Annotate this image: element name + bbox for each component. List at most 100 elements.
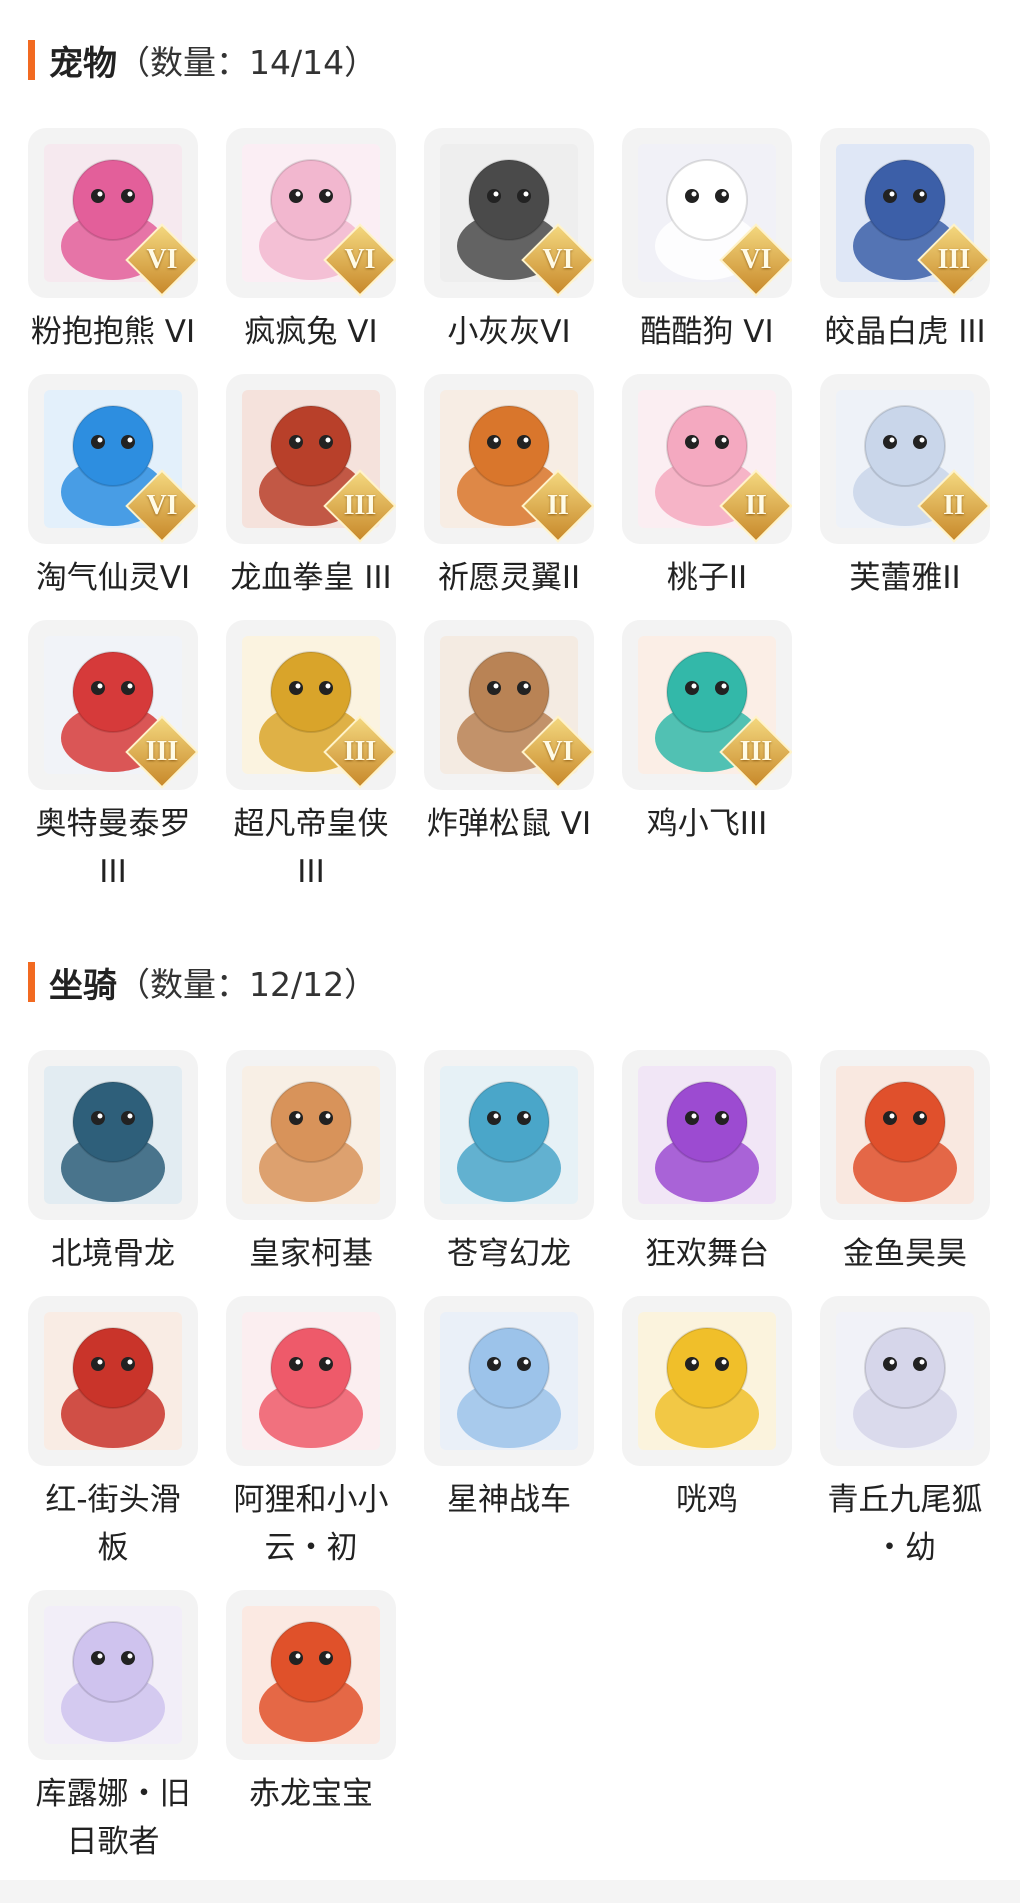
grid-item[interactable]: 阿狸和小小 云・初 (212, 1296, 410, 1572)
item-label: 炸弹松鼠 VI (426, 806, 592, 842)
grid-item[interactable]: 金鱼昊昊 (806, 1050, 1004, 1278)
item-thumbnail[interactable]: VI (28, 128, 198, 298)
grid-item[interactable]: III 超凡帝皇侠 III (212, 620, 410, 896)
ali-cloud-mount-icon (259, 1327, 363, 1448)
grid-item[interactable]: VI 小灰灰VI (410, 128, 608, 356)
goldfish-mount-icon (853, 1081, 957, 1202)
item-label: 芙蕾雅II (849, 560, 961, 596)
carnival-stage-mount-icon (655, 1081, 759, 1202)
item-thumbnail[interactable]: III (226, 620, 396, 790)
item-label: 星神战车 (447, 1482, 571, 1518)
accent-bar (28, 962, 35, 1002)
item-label: 淘气仙灵VI (35, 560, 191, 596)
grid-item[interactable]: 红-街头滑板 (14, 1296, 212, 1572)
item-label: 奥特曼泰罗 III (35, 806, 191, 890)
item-thumbnail[interactable]: III (622, 620, 792, 790)
item-thumbnail[interactable] (622, 1050, 792, 1220)
item-label: 疯疯兔 VI (244, 314, 378, 350)
rank-badge-text: VI (146, 490, 178, 521)
item-thumbnail[interactable] (28, 1590, 198, 1760)
grid-item[interactable]: VI 炸弹松鼠 VI (410, 620, 608, 848)
item-label: 桃子II (666, 560, 748, 596)
grid-item[interactable]: VI 酷酷狗 VI (608, 128, 806, 356)
rank-badge-text: III (343, 490, 377, 521)
item-thumbnail[interactable] (226, 1296, 396, 1466)
item-label: 青丘九尾狐 ・幼 (827, 1482, 983, 1566)
item-thumbnail[interactable] (226, 1050, 396, 1220)
item-thumbnail[interactable] (622, 1296, 792, 1466)
rank-badge-text: II (547, 490, 569, 521)
item-thumbnail[interactable]: VI (622, 128, 792, 298)
grid-item[interactable]: 星神战车 (410, 1296, 608, 1524)
item-thumbnail[interactable]: VI (28, 374, 198, 544)
item-thumbnail[interactable] (820, 1296, 990, 1466)
kuluna-mount-icon (61, 1621, 165, 1742)
rank-badge-text: VI (146, 244, 178, 275)
grid-item[interactable]: 库露娜・旧 日歌者 (14, 1590, 212, 1866)
grid-item[interactable]: VI 粉抱抱熊 VI (14, 128, 212, 356)
item-thumbnail[interactable] (226, 1590, 396, 1760)
item-thumbnail[interactable]: III (820, 128, 990, 298)
item-thumbnail[interactable]: II (622, 374, 792, 544)
item-label: 库露娜・旧 日歌者 (35, 1776, 191, 1860)
item-thumbnail[interactable]: VI (226, 128, 396, 298)
item-label: 小灰灰VI (447, 314, 571, 350)
item-label: 赤龙宝宝 (249, 1776, 373, 1812)
grid-item[interactable]: VI 淘气仙灵VI (14, 374, 212, 602)
item-label: 粉抱抱熊 VI (30, 314, 196, 350)
grid-item[interactable]: 苍穹幻龙 (410, 1050, 608, 1278)
grid-item[interactable]: 北境骨龙 (14, 1050, 212, 1278)
grid-item[interactable]: III 皎晶白虎 III (806, 128, 1004, 356)
bone-dragon-mount-icon (61, 1081, 165, 1202)
item-label: 北境骨龙 (51, 1236, 175, 1272)
item-label: 酷酷狗 VI (640, 314, 774, 350)
grid-item[interactable]: VI 疯疯兔 VI (212, 128, 410, 356)
grid-item[interactable]: III 奥特曼泰罗 III (14, 620, 212, 896)
accent-bar (28, 40, 35, 80)
rank-badge-text: VI (740, 244, 772, 275)
grid-item[interactable]: 咣鸡 (608, 1296, 806, 1524)
item-thumbnail[interactable] (424, 1050, 594, 1220)
grid-item[interactable]: II 桃子II (608, 374, 806, 602)
item-thumbnail[interactable]: II (424, 374, 594, 544)
corgi-mount-icon (259, 1081, 363, 1202)
rank-badge-text: VI (344, 244, 376, 275)
grid-item[interactable]: II 芙蕾雅II (806, 374, 1004, 602)
grid-item[interactable]: II 祈愿灵翼II (410, 374, 608, 602)
skateboard-mount-icon (61, 1327, 165, 1448)
footer-bar (0, 1880, 1020, 1903)
mounts-count: （数量：12/12） (117, 965, 378, 1004)
pets-title: 宠物 (49, 43, 117, 84)
grid-item[interactable]: III 鸡小飞III (608, 620, 806, 848)
item-label: 阿狸和小小 云・初 (233, 1482, 389, 1566)
pets-header: 宠物 （数量：14/14） (28, 38, 378, 84)
rank-badge-text: II (943, 490, 965, 521)
item-thumbnail[interactable]: III (28, 620, 198, 790)
grid-item[interactable]: 皇家柯基 (212, 1050, 410, 1278)
item-thumbnail[interactable] (424, 1296, 594, 1466)
item-thumbnail[interactable] (28, 1050, 198, 1220)
item-label: 鸡小飞III (646, 806, 768, 842)
grid-item[interactable]: III 龙血拳皇 III (212, 374, 410, 602)
item-label: 皇家柯基 (249, 1236, 373, 1272)
item-thumbnail[interactable]: VI (424, 128, 594, 298)
rank-badge-text: III (937, 244, 971, 275)
item-thumbnail[interactable] (28, 1296, 198, 1466)
baby-red-dragon-mount-icon (259, 1621, 363, 1742)
grid-item[interactable]: 赤龙宝宝 (212, 1590, 410, 1818)
item-thumbnail[interactable]: II (820, 374, 990, 544)
rank-badge-text: III (343, 736, 377, 767)
rank-badge-text: III (145, 736, 179, 767)
rooster-mount-icon (655, 1327, 759, 1448)
sky-dragon-mount-icon (457, 1081, 561, 1202)
pets-count: （数量：14/14） (117, 43, 378, 82)
item-thumbnail[interactable]: VI (424, 620, 594, 790)
grid-item[interactable]: 狂欢舞台 (608, 1050, 806, 1278)
grid-item[interactable]: 青丘九尾狐 ・幼 (806, 1296, 1004, 1572)
mounts-header: 坐骑 （数量：12/12） (28, 960, 378, 1006)
rank-badge-text: III (739, 736, 773, 767)
item-label: 皎晶白虎 III (824, 314, 986, 350)
item-thumbnail[interactable] (820, 1050, 990, 1220)
item-thumbnail[interactable]: III (226, 374, 396, 544)
item-label: 祈愿灵翼II (437, 560, 581, 596)
